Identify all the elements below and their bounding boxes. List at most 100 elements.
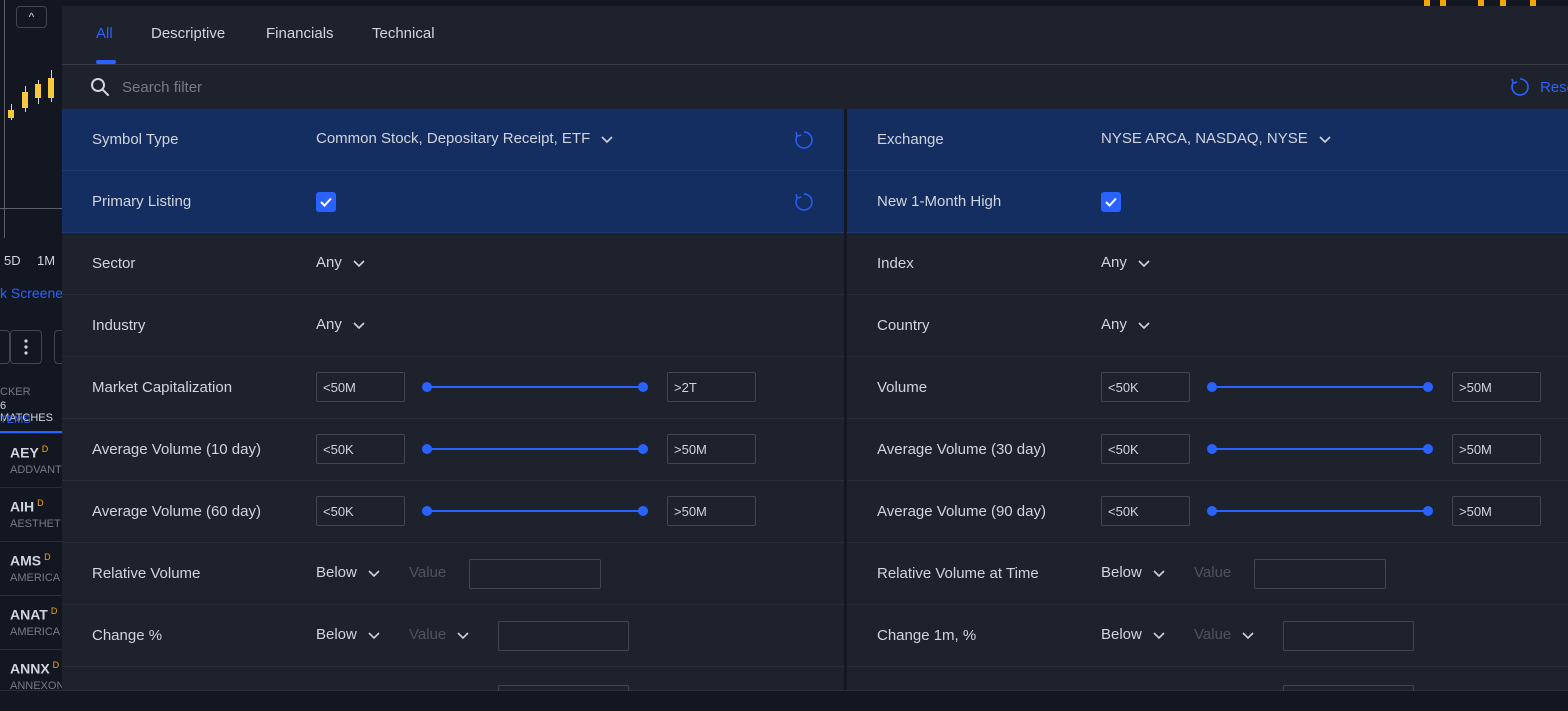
timeframe-1m[interactable]: 1M xyxy=(37,253,55,268)
symbol-type-dropdown[interactable]: Common Stock, Depositary Receipt, ETF xyxy=(316,130,614,147)
condition-dropdown[interactable]: Below xyxy=(1101,626,1166,643)
dropdown-value: Value xyxy=(1194,626,1232,643)
dropdown-value: Below xyxy=(1101,626,1142,643)
slider-min-handle[interactable] xyxy=(422,506,432,516)
slider-min-handle[interactable] xyxy=(1207,506,1217,516)
slider-min-handle[interactable] xyxy=(422,382,432,392)
unit-dropdown[interactable]: Value xyxy=(1194,626,1255,643)
items-tab[interactable]: TEMS xyxy=(0,414,31,426)
range-max-input[interactable] xyxy=(667,496,756,526)
timeframe-5d[interactable]: 5D xyxy=(4,253,21,268)
value-input[interactable] xyxy=(1283,621,1414,651)
range-slider[interactable] xyxy=(422,504,648,518)
tab-descriptive[interactable]: Descriptive xyxy=(151,25,225,42)
filter-tabs: All Descriptive Financials Technical xyxy=(62,6,1568,65)
condition-dropdown[interactable]: Below xyxy=(1101,564,1166,581)
index-dropdown[interactable]: Any xyxy=(1101,254,1151,271)
range-max-input[interactable] xyxy=(1452,372,1541,402)
tab-all[interactable]: All xyxy=(96,25,113,42)
range-min-input[interactable] xyxy=(316,372,405,402)
filter-label: Average Volume (90 day) xyxy=(877,503,1046,520)
slider-max-handle[interactable] xyxy=(638,506,648,516)
tab-technical[interactable]: Technical xyxy=(372,25,435,42)
range-slider[interactable] xyxy=(1207,504,1433,518)
company-name: AMERICA xyxy=(10,572,61,584)
chevron-down-icon xyxy=(353,321,365,329)
delayed-flag: D xyxy=(52,660,60,670)
reset-all-label: Reset xyxy=(1540,78,1568,96)
value-input[interactable] xyxy=(1254,559,1386,589)
reset-icon[interactable] xyxy=(794,130,814,150)
list-item[interactable]: AIH D AESTHET xyxy=(0,487,62,541)
range-max-input[interactable] xyxy=(1452,496,1541,526)
condition-dropdown[interactable]: Below xyxy=(316,564,381,581)
filter-row-symbol-type: Symbol Type Common Stock, Depositary Rec… xyxy=(62,109,844,171)
range-max-input[interactable] xyxy=(667,434,756,464)
new-1-month-high-checkbox[interactable] xyxy=(1101,192,1121,212)
condition-dropdown[interactable]: Below xyxy=(316,626,381,643)
list-item[interactable]: ANAT D AMERICA xyxy=(0,595,62,649)
toolbar-button[interactable] xyxy=(0,330,10,364)
value-input[interactable] xyxy=(498,621,629,651)
reset-all-button[interactable]: Reset xyxy=(1510,75,1568,99)
slider-track xyxy=(1211,510,1431,512)
sector-dropdown[interactable]: Any xyxy=(316,254,366,271)
dropdown-value: Value xyxy=(409,626,447,643)
range-slider[interactable] xyxy=(1207,442,1433,456)
value-input[interactable] xyxy=(469,559,601,589)
slider-min-handle[interactable] xyxy=(1207,444,1217,454)
stock-screener-link[interactable]: k Screene xyxy=(0,285,63,301)
search-filter-input[interactable] xyxy=(122,75,722,99)
range-min-input[interactable] xyxy=(1101,372,1190,402)
slider-max-handle[interactable] xyxy=(1423,506,1433,516)
filter-row-average-volume-10-day: Average Volume (10 day) xyxy=(62,419,844,481)
range-min-input[interactable] xyxy=(1101,496,1190,526)
chart-candle xyxy=(35,84,41,98)
list-item[interactable]: AMS D AMERICA xyxy=(0,541,62,595)
bottom-strip xyxy=(0,690,1568,711)
range-min-input[interactable] xyxy=(1101,434,1190,464)
delayed-flag: D xyxy=(37,498,44,508)
filter-row-primary-listing: Primary Listing xyxy=(62,171,844,233)
slider-max-handle[interactable] xyxy=(638,382,648,392)
primary-listing-checkbox[interactable] xyxy=(316,192,336,212)
unit-dropdown[interactable]: Value xyxy=(409,626,470,643)
filter-label: Sector xyxy=(92,255,136,272)
filter-label: Volume xyxy=(877,379,928,396)
ticker-symbol: AEY D xyxy=(10,444,48,461)
background-chart: ^ xyxy=(0,0,62,238)
screener-filters-panel: All Descriptive Financials Technical Res… xyxy=(62,6,1568,690)
country-dropdown[interactable]: Any xyxy=(1101,316,1151,333)
range-min-input[interactable] xyxy=(316,496,405,526)
collapse-button[interactable]: ^ xyxy=(16,6,47,28)
chevron-down-icon xyxy=(368,569,380,577)
more-options-button[interactable] xyxy=(10,330,42,364)
range-slider[interactable] xyxy=(422,442,648,456)
reset-icon[interactable] xyxy=(794,192,814,212)
ticker-column-header[interactable]: CKER xyxy=(0,386,31,398)
range-max-input[interactable] xyxy=(667,372,756,402)
slider-max-handle[interactable] xyxy=(1423,382,1433,392)
slider-max-handle[interactable] xyxy=(638,444,648,454)
dropdown-value: Below xyxy=(316,564,357,581)
chevron-down-icon xyxy=(1153,569,1165,577)
chart-candle xyxy=(8,110,14,118)
industry-dropdown[interactable]: Any xyxy=(316,316,366,333)
range-slider[interactable] xyxy=(422,380,648,394)
range-slider[interactable] xyxy=(1207,380,1433,394)
company-name: AMERICA xyxy=(10,626,61,638)
range-max-input[interactable] xyxy=(1452,434,1541,464)
range-min-input[interactable] xyxy=(316,434,405,464)
filter-label: Primary Listing xyxy=(92,193,192,210)
reset-icon xyxy=(1511,78,1529,96)
chart-candle xyxy=(22,92,28,108)
slider-min-handle[interactable] xyxy=(1207,382,1217,392)
tab-financials[interactable]: Financials xyxy=(266,25,334,42)
slider-max-handle[interactable] xyxy=(1423,444,1433,454)
filter-label: Exchange xyxy=(877,131,944,148)
list-item[interactable]: AEY D ADDVANT xyxy=(0,433,62,487)
filter-label: Change % xyxy=(92,627,163,644)
dropdown-value: Any xyxy=(316,316,342,333)
slider-min-handle[interactable] xyxy=(422,444,432,454)
exchange-dropdown[interactable]: NYSE ARCA, NASDAQ, NYSE xyxy=(1101,130,1332,147)
